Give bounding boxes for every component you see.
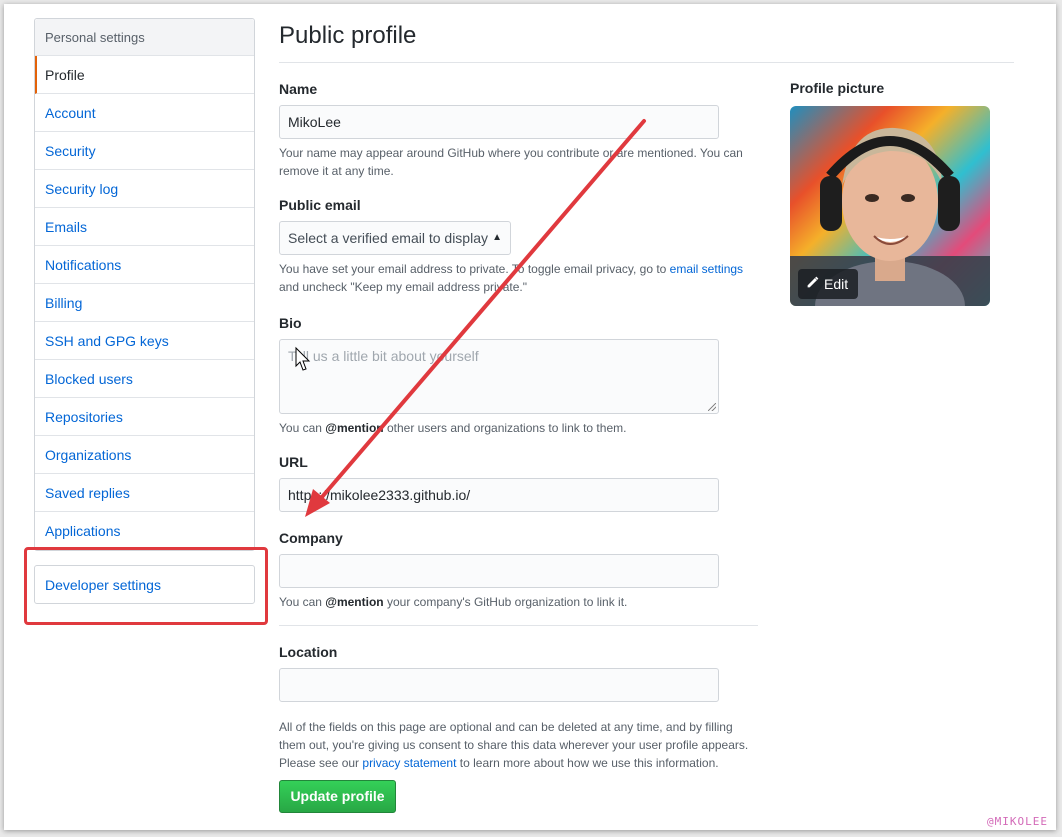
name-input[interactable]: MikoLee <box>279 105 719 139</box>
name-label: Name <box>279 81 318 97</box>
profile-picture-label: Profile picture <box>790 80 885 96</box>
consent-note-suffix: to learn more about how we use this info… <box>456 756 719 770</box>
company-label: Company <box>279 530 343 546</box>
location-input[interactable] <box>279 668 719 702</box>
update-profile-button[interactable]: Update profile <box>279 780 396 813</box>
sidebar-header: Personal settings <box>35 19 254 56</box>
bio-note-mention: @mention <box>325 421 384 435</box>
sidebar-item-repositories[interactable]: Repositories <box>35 398 254 436</box>
section-divider <box>279 625 758 626</box>
bio-textarea[interactable]: Tell us a little bit about yourself <box>279 339 719 414</box>
url-label: URL <box>279 454 308 470</box>
location-label: Location <box>279 644 338 660</box>
consent-note: All of the fields on this page are optio… <box>279 718 753 772</box>
sidebar-item-saved-replies[interactable]: Saved replies <box>35 474 254 512</box>
sidebar-item-ssh-gpg-keys[interactable]: SSH and GPG keys <box>35 322 254 360</box>
sidebar-item-security-log[interactable]: Security log <box>35 170 254 208</box>
company-note-suffix: your company's GitHub organization to li… <box>383 595 628 609</box>
sidebar-item-applications[interactable]: Applications <box>35 512 254 550</box>
sidebar-item-security[interactable]: Security <box>35 132 254 170</box>
name-note: Your name may appear around GitHub where… <box>279 146 743 178</box>
resize-handle-icon[interactable] <box>708 403 716 411</box>
sidebar-item-developer-settings[interactable]: Developer settings <box>34 565 255 604</box>
edit-avatar-button[interactable]: Edit <box>798 269 858 299</box>
sidebar-item-notifications[interactable]: Notifications <box>35 246 254 284</box>
sidebar-item-billing[interactable]: Billing <box>35 284 254 322</box>
sidebar-item-organizations[interactable]: Organizations <box>35 436 254 474</box>
sidebar-item-blocked-users[interactable]: Blocked users <box>35 360 254 398</box>
email-settings-link[interactable]: email settings <box>670 262 743 276</box>
public-email-selected: Select a verified email to display <box>288 230 488 246</box>
settings-sidebar: Personal settings Profile Account Securi… <box>34 18 255 551</box>
privacy-statement-link[interactable]: privacy statement <box>362 756 456 770</box>
bio-placeholder: Tell us a little bit about yourself <box>288 348 479 364</box>
public-email-note-prefix: You have set your email address to priva… <box>279 262 670 276</box>
bio-note-suffix: other users and organizations to link to… <box>383 421 627 435</box>
url-input[interactable]: https://mikolee2333.github.io/ <box>279 478 719 512</box>
public-email-note: You have set your email address to priva… <box>279 260 749 296</box>
watermark: @MIKOLEE <box>987 815 1048 828</box>
sidebar-item-emails[interactable]: Emails <box>35 208 254 246</box>
title-divider <box>279 62 1014 63</box>
bio-label: Bio <box>279 315 302 331</box>
page-title: Public profile <box>279 22 417 49</box>
public-email-note-suffix: and uncheck "Keep my email address priva… <box>279 280 527 294</box>
select-caret-icon: ▲ <box>492 232 502 243</box>
company-note-mention: @mention <box>325 595 384 609</box>
sidebar-item-profile[interactable]: Profile <box>35 56 254 94</box>
public-email-label: Public email <box>279 197 361 213</box>
sidebar-item-account[interactable]: Account <box>35 94 254 132</box>
bio-note-prefix: You can <box>279 421 326 435</box>
company-note-prefix: You can <box>279 595 326 609</box>
public-email-select[interactable]: Select a verified email to display ▲ <box>279 221 511 255</box>
pencil-icon <box>806 269 820 299</box>
bio-note: You can @mention other users and organiz… <box>279 419 626 437</box>
company-input[interactable] <box>279 554 719 588</box>
company-note: You can @mention your company's GitHub o… <box>279 593 627 611</box>
edit-label: Edit <box>824 276 849 292</box>
